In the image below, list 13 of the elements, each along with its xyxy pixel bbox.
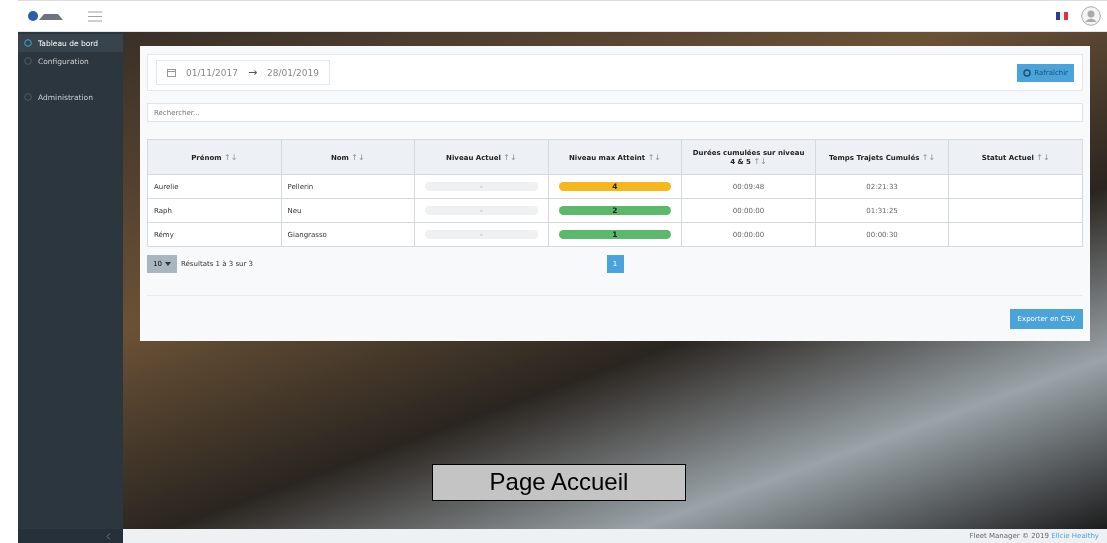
calendar-icon — [167, 68, 176, 77]
menu-icon[interactable] — [88, 10, 102, 22]
refresh-icon — [1023, 68, 1032, 77]
flag-icon[interactable] — [1056, 12, 1069, 20]
avatar-icon[interactable] — [1081, 6, 1101, 26]
date-range-field[interactable]: 01/11/2017 → 28/01/2019 — [156, 60, 330, 85]
nav-icon — [24, 57, 32, 65]
nav-icon — [24, 39, 32, 47]
nav-icon — [24, 93, 32, 101]
caret-icon — [164, 262, 171, 266]
caption-label: Page Accueil — [432, 464, 686, 501]
collapse-icon[interactable] — [106, 532, 111, 540]
logo-icon — [28, 10, 64, 22]
